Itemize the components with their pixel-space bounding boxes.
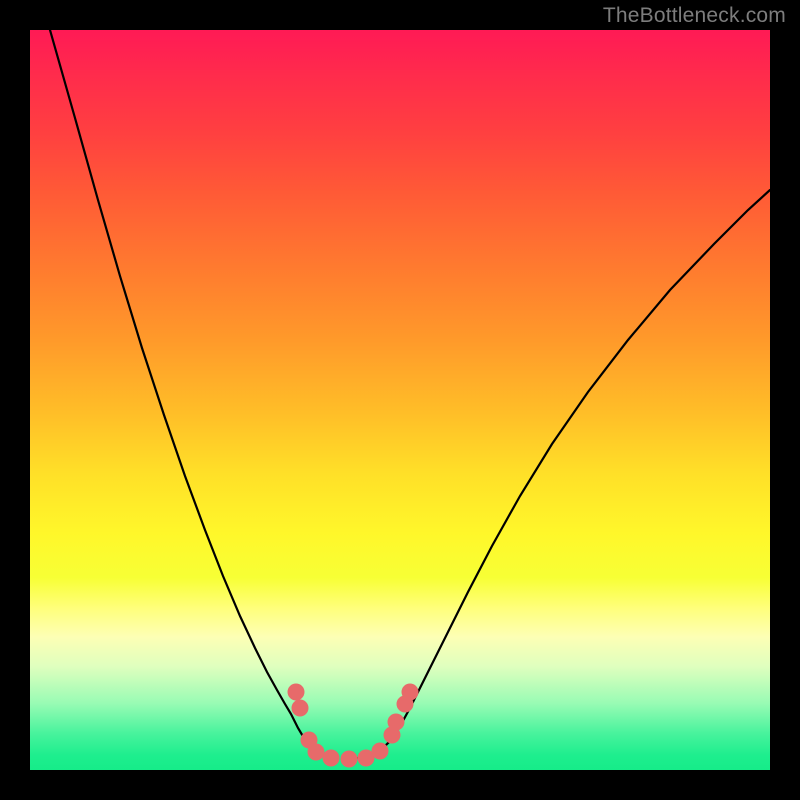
data-marker <box>402 684 419 701</box>
watermark-text: TheBottleneck.com <box>603 4 786 28</box>
markers-group <box>288 684 419 768</box>
chart-svg <box>30 30 770 770</box>
data-marker <box>308 744 325 761</box>
left-curve <box>50 30 338 758</box>
data-marker <box>341 751 358 768</box>
right-curve <box>358 190 770 758</box>
data-marker <box>388 714 405 731</box>
data-marker <box>288 684 305 701</box>
data-marker <box>372 743 389 760</box>
plot-area <box>30 30 770 770</box>
data-marker <box>292 700 309 717</box>
chart-frame: TheBottleneck.com <box>0 0 800 800</box>
curves-group <box>50 30 770 758</box>
data-marker <box>323 750 340 767</box>
